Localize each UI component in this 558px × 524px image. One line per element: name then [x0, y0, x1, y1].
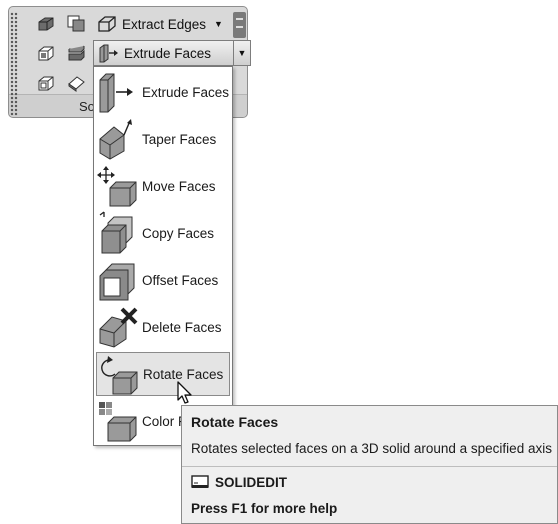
panel-pin-icon[interactable] — [233, 12, 246, 38]
color-faces-icon — [96, 399, 140, 443]
slice-icon[interactable] — [66, 44, 86, 62]
menu-item-label: Delete Faces — [142, 319, 222, 335]
imprint-icon[interactable] — [36, 74, 56, 92]
menu-item-move-faces[interactable]: Move Faces — [96, 164, 230, 208]
extract-edges-label: Extract Edges — [122, 16, 207, 32]
offset-faces-icon — [96, 258, 140, 302]
face-editing-dropdown: Extrude Faces Taper Faces Move Faces Cop… — [93, 66, 233, 446]
tooltip-divider — [182, 466, 557, 467]
menu-item-copy-faces[interactable]: Copy Faces — [96, 211, 230, 255]
menu-item-label: Move Faces — [142, 178, 216, 194]
rotate-faces-icon — [97, 352, 141, 396]
menu-item-label: Extrude Faces — [142, 84, 230, 100]
chevron-down-icon[interactable]: ▼ — [233, 41, 250, 65]
tooltip-command: SOLIDEDIT — [191, 474, 287, 490]
menu-item-extrude-faces[interactable]: Extrude Faces — [96, 70, 230, 114]
chevron-down-icon: ▼ — [214, 19, 223, 29]
menu-item-delete-faces[interactable]: Delete Faces — [96, 305, 230, 349]
command-line-icon — [191, 474, 209, 490]
menu-item-label: Offset Faces — [142, 272, 219, 288]
command-tooltip: Rotate Faces Rotates selected faces on a… — [181, 405, 558, 524]
extrude-faces-icon — [96, 70, 140, 114]
delete-faces-icon — [96, 305, 140, 349]
clean-icon[interactable] — [66, 74, 86, 92]
shell-icon[interactable] — [36, 44, 56, 62]
move-faces-icon — [96, 164, 140, 208]
tooltip-help-hint: Press F1 for more help — [191, 501, 338, 516]
mouse-cursor-icon — [176, 380, 194, 406]
solid-subtract-icon[interactable] — [66, 14, 86, 32]
taper-faces-icon — [96, 117, 140, 161]
menu-item-label: Taper Faces — [142, 131, 217, 147]
menu-item-rotate-faces[interactable]: Rotate Faces — [96, 352, 230, 396]
extrude-faces-split-button[interactable]: Extrude Faces ▼ — [93, 40, 251, 66]
menu-item-taper-faces[interactable]: Taper Faces — [96, 117, 230, 161]
tooltip-title: Rotate Faces — [191, 414, 279, 430]
menu-item-label: Color F — [142, 413, 187, 429]
solid-union-icon[interactable] — [36, 14, 56, 32]
extrude-faces-label: Extrude Faces — [124, 45, 212, 61]
menu-item-label: Copy Faces — [142, 225, 215, 241]
command-name: SOLIDEDIT — [215, 474, 288, 490]
menu-item-offset-faces[interactable]: Offset Faces — [96, 258, 230, 302]
extract-edges-icon — [96, 14, 118, 34]
panel-grip-handle[interactable] — [10, 12, 18, 116]
copy-faces-icon — [96, 211, 140, 255]
extrude-faces-icon — [98, 43, 120, 63]
tooltip-description: Rotates selected faces on a 3D solid aro… — [191, 441, 552, 456]
extract-edges-button[interactable]: Extract Edges ▼ — [96, 12, 223, 36]
